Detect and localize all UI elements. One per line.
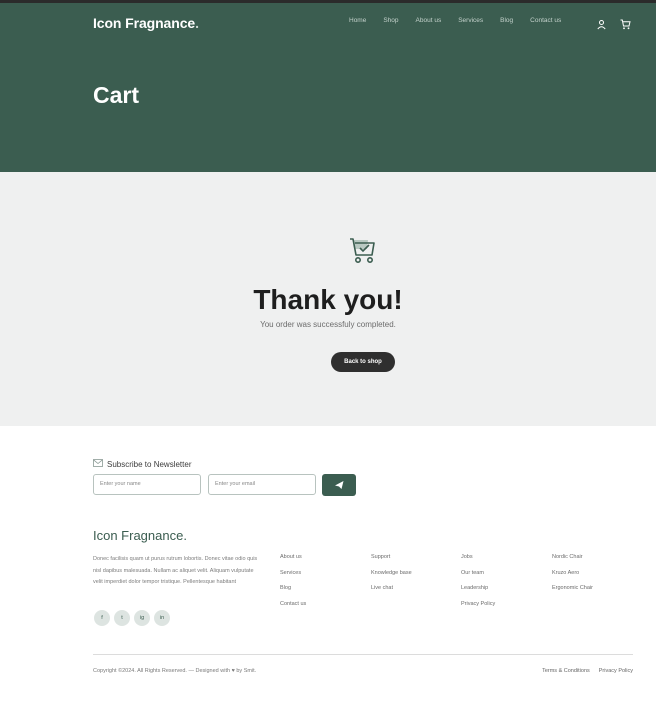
logo-text[interactable]: Icon Fragnance bbox=[93, 15, 195, 31]
footer-divider bbox=[93, 654, 633, 655]
footer-link[interactable]: Privacy Policy bbox=[461, 601, 495, 607]
footer-link[interactable]: Leadership bbox=[461, 585, 495, 591]
footer-link[interactable]: About us bbox=[280, 554, 306, 560]
footer-link[interactable]: Support bbox=[371, 554, 412, 560]
footer-col-2: Support Knowledge base Live chat bbox=[371, 554, 412, 601]
footer-link[interactable]: Live chat bbox=[371, 585, 412, 591]
twitter-icon[interactable]: t bbox=[114, 610, 130, 626]
copyright: Copyright ©2024. All Rights Reserved. — … bbox=[93, 668, 257, 674]
paper-plane-icon bbox=[335, 481, 344, 489]
legal-links: Terms & Conditions Privacy Policy bbox=[542, 668, 633, 674]
thank-you-section: Thank you! You order was successfuly com… bbox=[0, 172, 656, 426]
footer-col-1: About us Services Blog Contact us bbox=[280, 554, 306, 616]
footer-link[interactable]: Services bbox=[280, 570, 306, 576]
cart-icon[interactable] bbox=[620, 17, 631, 30]
footer-link[interactable]: Nordic Chair bbox=[552, 554, 593, 560]
footer-link[interactable]: Ergonomic Chair bbox=[552, 585, 593, 591]
nav-about-us[interactable]: About us bbox=[416, 17, 442, 24]
newsletter: Subscribe to Newsletter Enter your name … bbox=[93, 459, 356, 496]
site-logo[interactable]: Icon Fragnance. bbox=[93, 15, 199, 31]
privacy-link[interactable]: Privacy Policy bbox=[599, 668, 633, 674]
footer-link[interactable]: Our team bbox=[461, 570, 495, 576]
main-nav: Home Shop About us Services Blog Contact… bbox=[349, 17, 578, 24]
footer-link[interactable]: Kruzo Aero bbox=[552, 570, 593, 576]
nav-contact-us[interactable]: Contact us bbox=[530, 17, 561, 24]
footer-description: Donec facilisis quam ut purus rutrum lob… bbox=[93, 556, 258, 585]
footer-link[interactable]: Knowledge base bbox=[371, 570, 412, 576]
header-icons bbox=[596, 17, 631, 30]
order-complete-message: You order was successfuly completed. bbox=[260, 320, 396, 329]
footer-col-4: Nordic Chair Kruzo Aero Ergonomic Chair bbox=[552, 554, 593, 601]
email-input[interactable]: Enter your email bbox=[208, 474, 316, 495]
envelope-icon bbox=[93, 459, 103, 469]
nav-blog[interactable]: Blog bbox=[500, 17, 513, 24]
footer-col-3: Jobs Our team Leadership Privacy Policy bbox=[461, 554, 495, 616]
footer-link[interactable]: Contact us bbox=[280, 601, 306, 607]
thank-you-heading: Thank you! bbox=[253, 284, 403, 315]
name-input[interactable]: Enter your name bbox=[93, 474, 201, 495]
logo-dot: . bbox=[195, 15, 199, 31]
footer-link[interactable]: Blog bbox=[280, 585, 306, 591]
footer-brand[interactable]: Icon Fragnance. bbox=[93, 528, 187, 543]
shopping-cart-check-icon bbox=[348, 236, 378, 266]
hero-section: Icon Fragnance. Home Shop About us Servi… bbox=[0, 0, 656, 172]
newsletter-title: Subscribe to Newsletter bbox=[93, 459, 191, 469]
terms-link[interactable]: Terms & Conditions bbox=[542, 668, 590, 674]
newsletter-title-text: Subscribe to Newsletter bbox=[107, 459, 192, 469]
social-links: f t ig in bbox=[94, 610, 170, 626]
user-icon[interactable] bbox=[596, 17, 607, 30]
page-title: Cart bbox=[93, 82, 140, 108]
nav-home[interactable]: Home bbox=[349, 17, 366, 24]
instagram-icon[interactable]: ig bbox=[134, 610, 150, 626]
nav-services[interactable]: Services bbox=[458, 17, 483, 24]
facebook-icon[interactable]: f bbox=[94, 610, 110, 626]
footer-link[interactable]: Jobs bbox=[461, 554, 495, 560]
linkedin-icon[interactable]: in bbox=[154, 610, 170, 626]
nav-shop[interactable]: Shop bbox=[383, 17, 398, 24]
subscribe-button[interactable] bbox=[322, 474, 356, 496]
back-to-shop-button[interactable]: Back to shop bbox=[331, 352, 395, 372]
